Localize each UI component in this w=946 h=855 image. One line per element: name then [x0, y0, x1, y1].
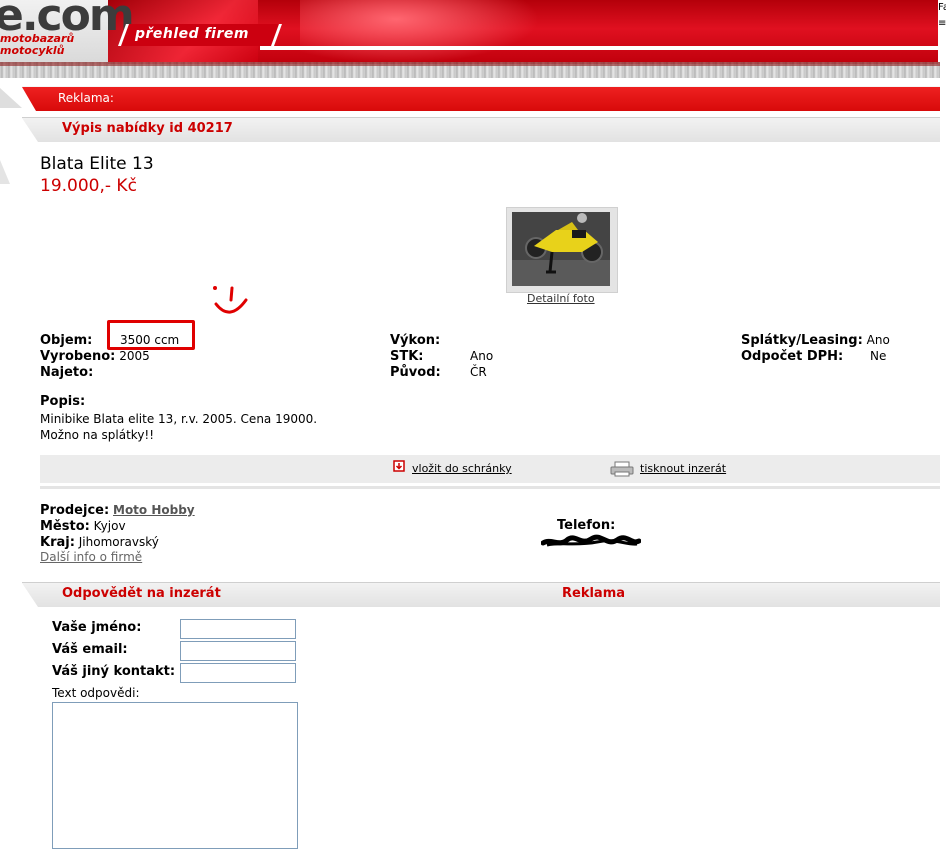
- divider: [40, 486, 940, 489]
- ad-bar-label: Reklama:: [58, 91, 114, 105]
- description-line: Minibike Blata elite 13, r.v. 2005. Cena…: [40, 412, 318, 426]
- description-label: Popis:: [40, 394, 86, 409]
- phone-label: Telefon:: [557, 518, 616, 533]
- header-edge: Fa ≡: [938, 0, 946, 64]
- header-texture-line: [0, 62, 940, 66]
- printer-icon[interactable]: [610, 461, 634, 477]
- logo-tagline: motobazarů motocyklů: [0, 33, 74, 57]
- nav-tab-label[interactable]: přehled firem: [135, 26, 249, 42]
- spec-value: ČR: [470, 365, 487, 379]
- spec-vykon: Výkon:: [390, 332, 440, 348]
- name-input[interactable]: [180, 619, 296, 639]
- listing-photo[interactable]: [512, 212, 610, 286]
- listing-price: 19.000,- Kč: [40, 176, 137, 196]
- ad-bar: [22, 86, 940, 111]
- seller-label: Kraj:: [40, 535, 75, 550]
- seller-label: Prodejce:: [40, 503, 110, 518]
- smiley-annotation-icon: [213, 286, 248, 314]
- spec-label: Odpočet DPH:: [741, 349, 844, 364]
- seller-link[interactable]: Moto Hobby: [113, 503, 195, 517]
- spec-objem: Objem: 3500 ccm: [40, 332, 179, 348]
- more-company-info-link[interactable]: Další info o firmě: [40, 550, 142, 564]
- email-input[interactable]: [180, 641, 296, 661]
- spec-odpocet-dph: Odpočet DPH: Ne: [741, 348, 886, 364]
- save-to-clipboard-icon[interactable]: [393, 460, 405, 472]
- logo-tagline-line-2: motocyklů: [0, 44, 65, 57]
- spec-value: Ano: [866, 333, 890, 347]
- spec-label: STK:: [390, 349, 424, 364]
- offer-section-title: Výpis nabídky id 40217: [62, 121, 233, 136]
- spec-value: 2005: [119, 349, 150, 363]
- save-to-clipboard-link[interactable]: vložit do schránky: [412, 462, 512, 475]
- spec-label: Vyrobeno:: [40, 349, 116, 364]
- nav-strip: [260, 46, 946, 50]
- ad-section-title: Reklama: [562, 586, 626, 601]
- seller-value: Kyjov: [93, 519, 126, 533]
- seller-name-row: Prodejce: Moto Hobby: [40, 502, 195, 518]
- spec-label: Výkon:: [390, 333, 441, 348]
- contact-input[interactable]: [180, 663, 296, 683]
- listing-title: Blata Elite 13: [40, 154, 154, 174]
- seller-city-row: Město: Kyjov: [40, 518, 126, 534]
- header-decoration-glow: [300, 0, 540, 64]
- spec-label: Objem:: [40, 333, 93, 348]
- spec-splatky: Splátky/Leasing: Ano: [741, 332, 890, 348]
- reply-section-title: Odpovědět na inzerát: [62, 586, 221, 601]
- detail-photo-link[interactable]: Detailní foto: [527, 292, 595, 305]
- header-edge-text: Fa: [938, 2, 946, 13]
- description-text: Minibike Blata elite 13, r.v. 2005. Cena…: [40, 411, 540, 443]
- spec-label: Původ:: [390, 365, 441, 380]
- highlight-annotation: [107, 320, 195, 350]
- spec-value: Ano: [470, 349, 494, 363]
- left-edge-fragment: [0, 88, 22, 108]
- left-edge-fragment: [0, 160, 10, 184]
- spec-label: Splátky/Leasing:: [741, 333, 863, 348]
- email-field-label: Váš email:: [52, 642, 128, 657]
- contact-field-label: Váš jiný kontakt:: [52, 664, 176, 679]
- redacted-phone-scribble: [541, 534, 641, 547]
- spec-puvod: Původ: ČR: [390, 364, 487, 380]
- header-edge-text: ≡: [938, 18, 946, 29]
- seller-label: Město:: [40, 519, 90, 534]
- motorbike-photo-icon: [512, 212, 610, 286]
- spec-value: Ne: [870, 349, 887, 363]
- site-header: e.com motobazarů motocyklů přehled firem…: [0, 0, 946, 64]
- seller-value: Jihomoravský: [78, 535, 159, 549]
- reply-text-label: Text odpovědi:: [52, 686, 140, 700]
- spec-vyrobeno: Vyrobeno: 2005: [40, 348, 150, 364]
- spec-stk: STK: Ano: [390, 348, 493, 364]
- spec-najeto: Najeto:: [40, 364, 93, 380]
- seller-region-row: Kraj: Jihomoravský: [40, 534, 159, 550]
- print-listing-link[interactable]: tisknout inzerát: [640, 462, 726, 475]
- spec-label: Najeto:: [40, 365, 94, 380]
- description-line: Možno na splátky!!: [40, 428, 155, 442]
- reply-text-area[interactable]: [52, 702, 298, 849]
- name-field-label: Vaše jméno:: [52, 620, 142, 635]
